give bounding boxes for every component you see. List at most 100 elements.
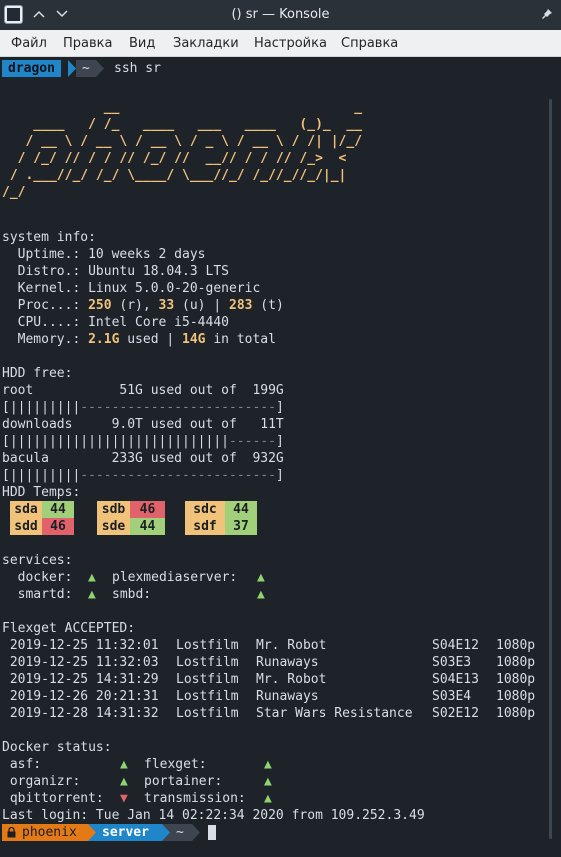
system-info-header: system info: [2,230,96,245]
temp-value: 44 [225,501,257,518]
proc-r-text: (r), [111,298,159,313]
docker-organizr-label: organizr: [2,774,81,789]
service-plexmediaserver-label: plexmediaserver: [112,570,238,585]
bar-close: ] [275,468,284,483]
lock-icon [7,827,16,838]
service-smartd-label: smartd: [2,587,73,602]
status-up-icon: ▲ [264,791,272,806]
disk-bar-bacula: [|||||||||-------------------------] [2,467,284,484]
memory-used: 2.1G [88,332,120,347]
powerline-arrow-icon [68,60,76,77]
flexget-episode: S03E3 [432,655,472,670]
flexget-quality: 1080p [496,689,536,704]
menu-bar: Файл Правка Вид Закладки Настройка Справ… [0,30,561,57]
flexget-quality: 1080p [496,655,536,670]
uptime-value: 10 weeks 2 days [88,247,206,262]
bar-fill: ||||||||| [9,400,81,415]
flexget-show: Runaways [256,655,319,670]
uptime-label: Uptime.: [2,247,89,262]
status-up-icon: ▲ [120,774,128,789]
disk-bar-downloads: [||||||||||||||||||||||||||||------] [2,433,284,450]
bar-close: ] [275,400,284,415]
flexget-header: Flexget ACCEPTED: [2,621,136,636]
prompt-command: ssh sr [114,61,161,76]
proc-row: Proc...: 250 (r), 33 (u) | 283 (t) [2,297,284,314]
menu-help[interactable]: Справка [341,36,398,51]
temp-value: 46 [130,501,165,518]
window-title: () sr — Konsole [231,7,330,22]
proc-label: Proc...: [2,298,89,313]
powerline-arrow-icon [88,824,96,841]
powerline-arrow-icon [162,824,170,841]
terminal-area[interactable]: dragon ~ ssh sr __ _ ____ / /_ ____ ___ … [0,57,561,857]
status-down-icon: ▼ [120,791,128,806]
hdd-free-header: HDD free: [2,366,73,381]
docker-asf-label: asf: [2,757,42,772]
prompt-dir: ~ [170,824,192,841]
flexget-tracker: Lostfilm [176,689,239,704]
menu-bookmarks[interactable]: Закладки [173,36,239,51]
service-docker-label: docker: [2,570,73,585]
prompt-line-1: dragon ~ ssh sr [2,60,202,77]
terminal-cursor [208,825,216,840]
status-up-icon: ▲ [264,774,272,789]
flexget-episode: S04E12 [432,638,479,653]
temp-disk-name: sde [97,518,130,535]
bar-close: ] [275,434,284,449]
kernel-row: Kernel.: Linux 5.0.0-20-generic [2,280,261,297]
proc-running: 250 [88,298,112,313]
disk-row-root: root 51G used out of 199G [2,383,284,398]
powerline-arrow-icon [192,824,200,841]
disk-bar-root: [|||||||||-------------------------] [2,399,284,416]
powerline-arrow-icon [96,60,104,77]
proc-user: 33 [158,298,175,313]
temp-disk-name: sdc [185,501,225,518]
uptime-row: Uptime.: 10 weeks 2 days [2,246,206,263]
bar-rest: ------ [228,434,276,449]
status-up-icon: ▲ [88,587,96,602]
prompt-host: dragon [2,60,61,77]
temp-disk-name: sdf [185,518,225,535]
memory-row: Memory.: 2.1G used | 14G in total [2,331,276,348]
menu-view[interactable]: Вид [129,36,155,51]
temp-disk-name: sdb [97,501,130,518]
flexget-date: 2019-12-25 11:32:01 [2,638,159,653]
flexget-date: 2019-12-26 20:21:31 [2,689,159,704]
pin-icon[interactable] [537,4,557,24]
flexget-tracker: Lostfilm [176,672,239,687]
flexget-date: 2019-12-28 14:31:32 [2,706,159,721]
window-titlebar: () sr — Konsole [0,0,561,30]
status-up-icon: ▲ [257,587,265,602]
cpu-value: Intel Core i5-4440 [88,315,229,330]
disk-row-bacula: bacula 233G used out of 932G [2,451,284,466]
flexget-episode: S04E13 [432,672,479,687]
flexget-show: Mr. Robot [256,638,327,653]
flexget-quality: 1080p [496,638,536,653]
bar-open: [ [2,434,10,449]
status-up-icon: ▲ [88,570,96,585]
bar-rest: ------------------------- [80,468,276,483]
memory-total: 14G [182,332,206,347]
ascii-art-line: / .___//_/ /_/ \____/ \___//_/ /_//_//_/… [2,168,347,183]
status-up-icon: ▲ [257,570,265,585]
menu-file[interactable]: Файл [11,36,47,51]
flexget-episode: S03E4 [432,689,472,704]
temp-value: 44 [42,501,74,518]
scrollbar[interactable] [549,99,552,839]
docker-transmission-label: transmission: [144,791,246,806]
temp-value: 37 [225,518,257,535]
menu-settings[interactable]: Настройка [254,36,327,51]
docker-status-header: Docker status: [2,740,112,755]
proc-total: 283 [229,298,253,313]
ascii-art-line: ____ / /_ ____ ___ ____ (_)_ __ [2,117,363,132]
kernel-value: Linux 5.0.0-20-generic [88,281,261,296]
flexget-show: Mr. Robot [256,672,327,687]
status-up-icon: ▲ [264,757,272,772]
temp-disk-name: sdd [10,518,42,535]
distro-label: Distro.: [2,264,89,279]
prompt-user-segment: phoenix [2,824,88,841]
ascii-art-line: / /_/ // / / // /_/ // __// / / // /_> < [2,151,347,166]
memory-used-text: used | [119,332,183,347]
menu-edit[interactable]: Правка [63,36,112,51]
prompt-line-2: phoenix server ~ [2,824,232,841]
